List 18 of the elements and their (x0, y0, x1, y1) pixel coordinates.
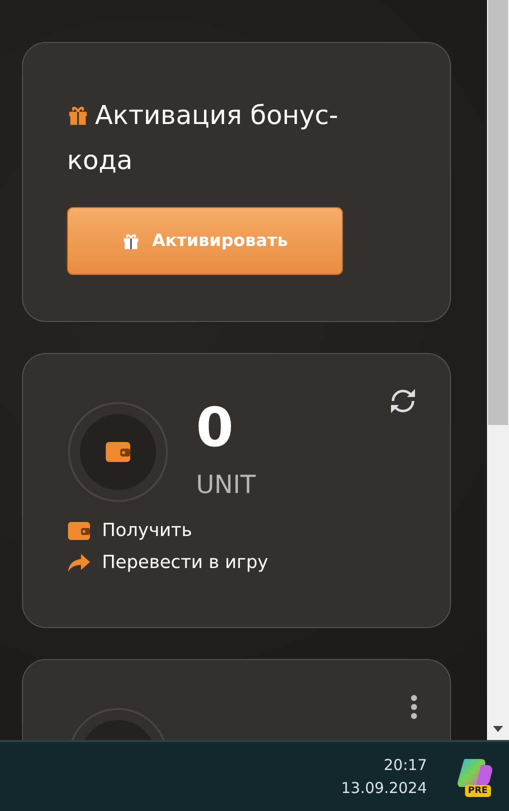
more-icon[interactable] (410, 694, 418, 720)
scroll-thumb[interactable] (488, 0, 508, 425)
balance-amount: 0 (196, 398, 235, 458)
wallet-icon (105, 442, 131, 462)
card-title: Активация бонус-кода (67, 100, 340, 178)
currency-unit: UNIT (196, 470, 256, 500)
refresh-icon[interactable] (388, 388, 418, 414)
arrow-icon (68, 554, 90, 572)
action-link[interactable]: Получить (68, 520, 450, 542)
gift-icon (67, 104, 89, 126)
wallet-icon (68, 522, 90, 540)
scrollbar[interactable] (487, 0, 509, 740)
clock-date[interactable]: 13.09.2024 (341, 776, 427, 800)
action-link[interactable]: Перевести в игру (68, 552, 450, 574)
scroll-down-icon[interactable] (493, 726, 503, 732)
gift-icon (122, 232, 140, 250)
app-badge: PRE (465, 784, 491, 796)
clock-time[interactable]: 20:17 (384, 754, 427, 776)
